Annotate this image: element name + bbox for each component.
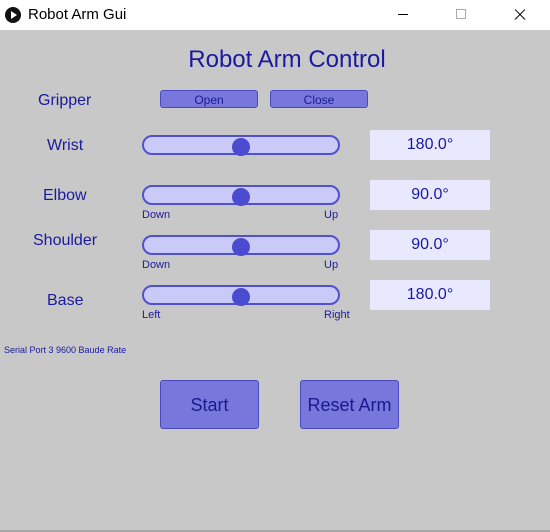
shoulder-slider[interactable] [142, 235, 340, 256]
wrist-label: Wrist [47, 137, 84, 154]
elbow-slider-knob[interactable] [232, 188, 250, 206]
shoulder-label: Shoulder [33, 232, 98, 249]
elbow-label: Elbow [43, 187, 87, 204]
base-slider-knob[interactable] [232, 288, 250, 306]
title-bar: Robot Arm Gui [0, 0, 550, 30]
shoulder-value: 90.0° [370, 230, 490, 260]
base-value: 180.0° [370, 280, 490, 310]
close-button[interactable] [496, 0, 542, 30]
wrist-slider[interactable] [142, 135, 340, 156]
maximize-icon [456, 9, 466, 19]
elbow-max-label: Up [324, 209, 339, 221]
wrist-value: 180.0° [370, 130, 490, 160]
gripper-open-button[interactable]: Open [160, 90, 258, 108]
serial-status: Serial Port 3 9600 Baude Rate [4, 345, 127, 355]
reset-arm-button[interactable]: Reset Arm [300, 380, 399, 429]
minimize-button[interactable] [380, 0, 426, 30]
elbow-slider[interactable] [142, 185, 340, 206]
shoulder-max-label: Up [324, 259, 339, 271]
minimize-icon [398, 14, 408, 15]
base-slider[interactable] [142, 285, 340, 306]
window-title: Robot Arm Gui [28, 6, 127, 23]
start-button[interactable]: Start [160, 380, 259, 429]
base-max-label: Right [324, 309, 350, 321]
shoulder-slider-knob[interactable] [232, 238, 250, 256]
elbow-min-label: Down [142, 209, 171, 221]
app-play-icon [5, 7, 21, 23]
base-label: Base [47, 292, 84, 309]
maximize-button[interactable] [438, 0, 484, 30]
elbow-value: 90.0° [370, 180, 490, 210]
base-min-label: Left [142, 309, 161, 321]
wrist-slider-knob[interactable] [232, 138, 250, 156]
shoulder-min-label: Down [142, 259, 171, 271]
gripper-close-button[interactable]: Close [270, 90, 368, 108]
gripper-label: Gripper [38, 92, 92, 109]
page-title: Robot Arm Control [188, 46, 386, 73]
